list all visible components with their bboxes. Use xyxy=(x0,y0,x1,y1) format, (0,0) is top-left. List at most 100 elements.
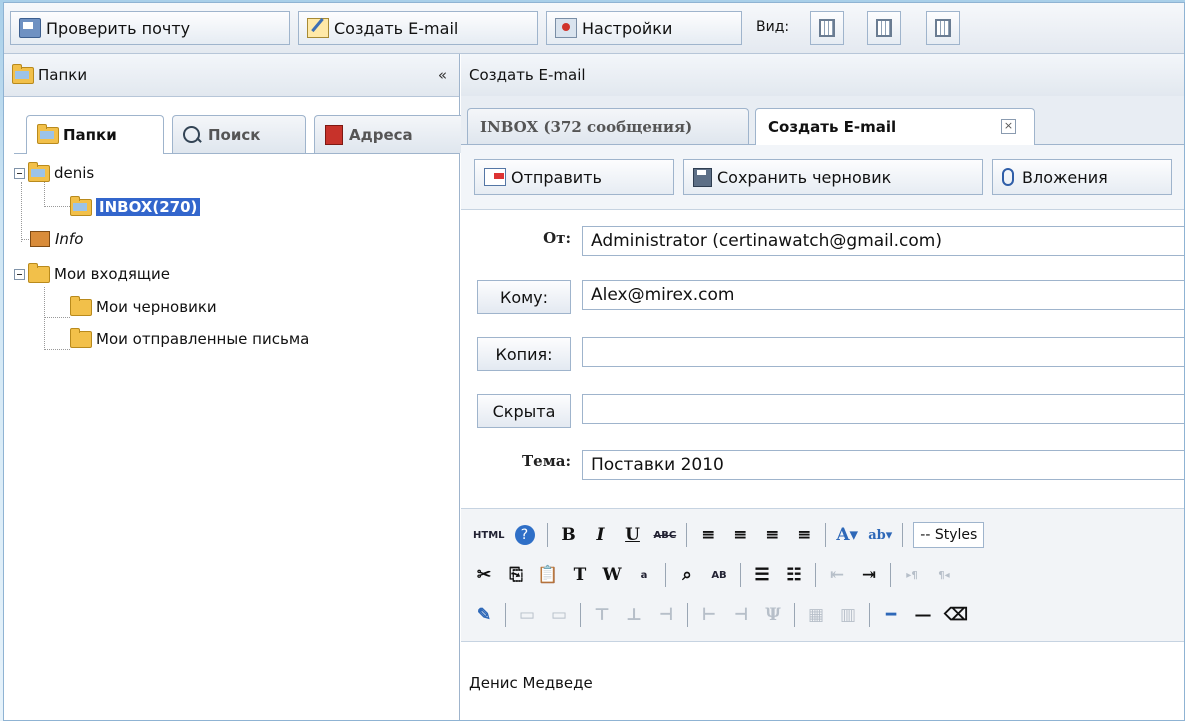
close-tab-icon[interactable]: × xyxy=(1001,119,1016,134)
highlight-color-icon[interactable]: ab▾ xyxy=(868,523,892,547)
settings-button[interactable]: Настройки xyxy=(546,11,742,45)
align-left-icon[interactable]: ≡ xyxy=(697,523,719,547)
tab-folders[interactable]: Папки xyxy=(26,115,164,154)
cell-props-icon[interactable]: ▭ xyxy=(548,603,570,627)
ltr-icon[interactable]: ▸¶ xyxy=(901,563,923,587)
tree-node-sent[interactable]: Мои отправленные письма xyxy=(70,327,309,350)
edit-icon[interactable]: ✎ xyxy=(473,603,495,627)
left-tabs: Папки Поиск Адреса xyxy=(14,109,464,154)
tab-inbox[interactable]: INBOX (372 сообщения) xyxy=(467,108,749,144)
tree-node-drafts[interactable]: Мои черновики xyxy=(70,295,217,318)
settings-icon xyxy=(555,18,577,38)
text-color-icon[interactable]: A▾ xyxy=(836,523,858,547)
insert-col-before-icon[interactable]: ⊢ xyxy=(698,603,720,627)
insert-row-after-icon[interactable]: ⊥ xyxy=(623,603,645,627)
cc-button[interactable]: Копия: xyxy=(477,337,571,371)
send-icon xyxy=(484,168,506,186)
send-button[interactable]: Отправить xyxy=(474,159,674,195)
from-label: От: xyxy=(543,229,571,247)
find-icon[interactable]: ⌕ xyxy=(676,563,698,587)
mail-client-window: Проверить почту Создать E-mail Настройки… xyxy=(3,2,1185,721)
to-field[interactable]: Alex@mirex.com xyxy=(582,280,1184,310)
paste-icon[interactable]: 📋 xyxy=(537,563,559,587)
tab-search[interactable]: Поиск xyxy=(172,115,306,153)
folders-panel: Папки « Папки Поиск Адреса denis INBOX(2… xyxy=(4,54,464,720)
strikethrough-button[interactable]: ABC xyxy=(654,523,677,547)
tree-node-info[interactable]: Info xyxy=(30,228,83,250)
editor-body[interactable]: Денис Медведе xyxy=(469,674,593,692)
help-icon[interactable]: ? xyxy=(514,525,535,545)
align-justify-icon[interactable]: ≡ xyxy=(793,523,815,547)
cut-icon[interactable]: ✂ xyxy=(473,563,495,587)
insert-col-after-icon[interactable]: ⊣ xyxy=(730,603,752,627)
folder-icon xyxy=(12,63,34,84)
outdent-icon[interactable]: ⇤ xyxy=(826,563,848,587)
align-center-icon[interactable]: ≡ xyxy=(729,523,751,547)
folder-icon xyxy=(70,295,92,316)
folder-icon xyxy=(37,123,59,144)
numbered-list-icon[interactable]: ☷ xyxy=(783,563,805,587)
to-button[interactable]: Кому: xyxy=(477,280,571,314)
delete-col-icon[interactable]: Ψ xyxy=(762,603,784,627)
save-draft-button[interactable]: Сохранить черновик xyxy=(683,159,983,195)
compose-button[interactable]: Создать E-mail xyxy=(298,11,538,45)
view-columns-button[interactable] xyxy=(810,11,844,45)
split-cells-icon[interactable]: ▥ xyxy=(837,603,859,627)
folder-icon xyxy=(70,327,92,348)
paste-word-icon[interactable]: W xyxy=(601,563,623,587)
from-field[interactable]: Administrator (certinawatch@gmail.com) xyxy=(582,226,1184,256)
view-label: Вид: xyxy=(756,19,790,35)
editor-toolbar: HTML ? B I U ABC ≡ ≡ ≡ ≡ A▾ ab▾ -- Style… xyxy=(461,508,1184,642)
collapse-icon[interactable] xyxy=(14,167,25,179)
paperclip-icon xyxy=(1002,168,1014,186)
table-props-icon[interactable]: ▭ xyxy=(516,603,538,627)
tree-node-inbox[interactable]: INBOX(270) xyxy=(70,195,201,218)
tree-node-my-inbox[interactable]: Мои входящие xyxy=(14,262,170,285)
horizontal-rule-icon[interactable]: ━ xyxy=(880,603,902,627)
eraser-icon[interactable]: ⌫ xyxy=(944,603,968,627)
align-right-icon[interactable]: ≡ xyxy=(761,523,783,547)
contacts-icon xyxy=(30,231,50,247)
compose-panel-header: Создать E-mail xyxy=(461,54,1184,97)
main-toolbar: Проверить почту Создать E-mail Настройки… xyxy=(4,3,1184,54)
paste-text-icon[interactable]: T xyxy=(569,563,591,587)
compose-icon xyxy=(307,18,329,38)
search-icon xyxy=(183,126,200,143)
folders-panel-header: Папки « xyxy=(4,54,459,97)
bcc-button[interactable]: Скрыта xyxy=(477,394,571,428)
merge-cells-icon[interactable]: ▦ xyxy=(805,603,827,627)
subject-field[interactable]: Поставки 2010 xyxy=(582,450,1184,480)
collapse-icon[interactable] xyxy=(14,268,25,280)
html-source-button[interactable]: HTML xyxy=(473,523,505,547)
delete-row-icon[interactable]: ⊣ xyxy=(655,603,677,627)
attachments-button[interactable]: Вложения xyxy=(992,159,1172,195)
bullet-list-icon[interactable]: ☰ xyxy=(751,563,773,587)
tree-node-denis[interactable]: denis xyxy=(14,161,94,184)
message-tabs: INBOX (372 сообщения) Создать E-mail × xyxy=(461,96,1184,145)
italic-button[interactable]: I xyxy=(590,523,612,547)
replace-icon[interactable]: AB xyxy=(708,563,730,587)
view-fullscreen-button[interactable] xyxy=(926,11,960,45)
bold-button[interactable]: B xyxy=(558,523,580,547)
tab-address-book[interactable]: Адреса xyxy=(314,115,464,153)
address-book-icon xyxy=(325,124,343,145)
view-rows-button[interactable] xyxy=(867,11,901,45)
compose-actions: Отправить Сохранить черновик Вложения xyxy=(461,145,1184,210)
subject-label: Тема: xyxy=(522,452,571,470)
folder-icon xyxy=(28,262,50,283)
inbox-folder-icon xyxy=(70,195,92,216)
tab-compose[interactable]: Создать E-mail × xyxy=(755,108,1035,145)
rtl-icon[interactable]: ¶◂ xyxy=(933,563,955,587)
underline-button[interactable]: U xyxy=(622,523,644,547)
bcc-field[interactable] xyxy=(582,394,1184,424)
check-mail-button[interactable]: Проверить почту xyxy=(10,11,290,45)
indent-icon[interactable]: ⇥ xyxy=(858,563,880,587)
select-all-icon[interactable]: a xyxy=(633,563,655,587)
check-mail-icon xyxy=(19,18,41,38)
cc-field[interactable] xyxy=(582,337,1184,367)
line-icon[interactable]: — xyxy=(912,603,934,627)
collapse-panel-button[interactable]: « xyxy=(438,66,447,84)
styles-select[interactable]: -- Styles xyxy=(913,522,985,548)
insert-row-before-icon[interactable]: ⊤ xyxy=(591,603,613,627)
copy-icon[interactable]: ⎘ xyxy=(505,563,527,587)
